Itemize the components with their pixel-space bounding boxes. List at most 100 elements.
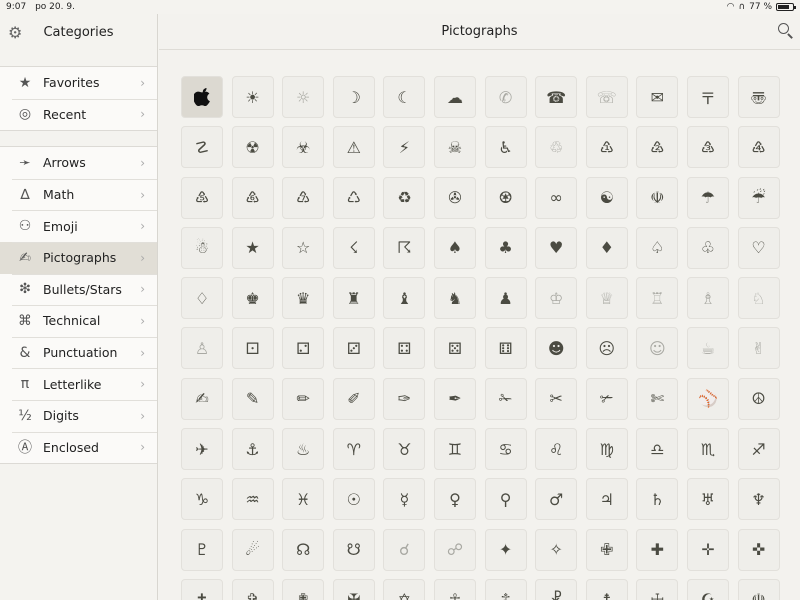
glyph-cell[interactable]: ☪	[686, 578, 729, 600]
glyph-cell[interactable]: ✚	[636, 528, 679, 571]
glyph-cell[interactable]: ✦	[484, 528, 527, 571]
glyph-cell[interactable]: ✝	[181, 578, 223, 600]
sidebar-item-bullets-stars[interactable]: ❇ Bullets/Stars ›	[0, 273, 157, 306]
glyph-cell[interactable]: ♜	[332, 277, 375, 320]
glyph-cell[interactable]: ☩	[636, 578, 679, 600]
glyph-cell[interactable]: ☃	[181, 226, 223, 269]
glyph-cell[interactable]: ☆	[282, 226, 325, 269]
glyph-cell[interactable]: ∞	[535, 176, 578, 219]
glyph-cell[interactable]: ☈	[383, 226, 426, 269]
glyph-cell[interactable]: ✂	[535, 377, 578, 420]
glyph-cell[interactable]: ♒	[231, 478, 274, 521]
glyph-cell[interactable]: ♏	[686, 428, 729, 471]
glyph-cell[interactable]: ✍	[181, 377, 223, 420]
glyph-cell[interactable]: ✁	[484, 377, 527, 420]
glyph-cell[interactable]: ⚠	[332, 126, 375, 169]
glyph-cell[interactable]: ♙	[181, 327, 223, 370]
glyph-cell[interactable]: ♔	[535, 277, 578, 320]
glyph-cell[interactable]: ✏	[282, 377, 325, 420]
glyph-cell[interactable]: ♃	[585, 478, 628, 521]
glyph-cell[interactable]: ☥	[433, 578, 476, 600]
sidebar-item-technical[interactable]: ⌘ Technical ›	[0, 305, 157, 337]
glyph-cell[interactable]: ♤	[636, 226, 679, 269]
glyph-cell[interactable]: ♖	[636, 277, 679, 320]
glyph-cell[interactable]: ☎	[535, 76, 578, 118]
glyph-cell[interactable]: ♿	[484, 126, 527, 169]
glyph-cell[interactable]: ♴	[636, 126, 679, 169]
glyph-cell[interactable]: ✄	[636, 377, 679, 420]
glyph-cell[interactable]: ♵	[686, 126, 729, 169]
glyph-cell[interactable]: ☇	[332, 226, 375, 269]
glyph-cell[interactable]: ✆	[484, 76, 527, 118]
sidebar-item-letterlike[interactable]: π Letterlike ›	[0, 368, 157, 400]
glyph-cell[interactable]: ☼	[282, 76, 325, 118]
glyph-cell[interactable]: ✜	[737, 528, 780, 571]
sidebar-item-enclosed[interactable]: Ⓐ Enclosed ›	[0, 431, 157, 464]
glyph-cell[interactable]: ☿	[383, 478, 426, 521]
sidebar-item-math[interactable]: ∆ Math ›	[0, 178, 157, 211]
glyph-cell[interactable]: ♣	[484, 226, 527, 269]
glyph-cell[interactable]: ☮	[737, 377, 780, 420]
glyph-cell[interactable]: ♸	[231, 176, 274, 219]
sidebar-item-arrows[interactable]: ➛ Arrows ›	[0, 147, 157, 179]
gear-icon[interactable]: ⚙	[8, 23, 28, 42]
sidebar-item-emoji[interactable]: ⚇ Emoji ›	[0, 210, 157, 242]
glyph-cell[interactable]: ☹	[585, 327, 628, 370]
glyph-cell[interactable]: ☄	[231, 528, 274, 571]
glyph-cell[interactable]: ♌	[535, 428, 578, 471]
glyph-cell[interactable]: ✌	[737, 327, 780, 370]
glyph-cell[interactable]: ♥	[535, 226, 578, 269]
glyph-cell[interactable]: ♎	[636, 428, 679, 471]
glyph-cell[interactable]: ⚄	[433, 327, 476, 370]
sidebar-item-favorites[interactable]: ★ Favorites ›	[0, 67, 157, 99]
glyph-cell[interactable]: ✞	[231, 578, 274, 600]
glyph-cell[interactable]: ☔	[737, 176, 780, 219]
glyph-cell[interactable]: ✒	[433, 377, 476, 420]
glyph-cell[interactable]: ♨	[282, 428, 325, 471]
glyph-cell[interactable]: ♠	[433, 226, 476, 269]
glyph-cell[interactable]: ✠	[332, 578, 375, 600]
glyph-cell[interactable]: ♹	[282, 176, 325, 219]
glyph-cell[interactable]: ♗	[686, 277, 729, 320]
sidebar-item-pictographs[interactable]: ✍ Pictographs ›	[0, 241, 157, 274]
glyph-cell[interactable]: ☌	[383, 528, 426, 571]
glyph-cell[interactable]: ⚡	[383, 126, 426, 169]
glyph-cell[interactable]: ★	[231, 226, 274, 269]
glyph-cell[interactable]: ✑	[383, 377, 426, 420]
glyph-cell[interactable]: ♑	[181, 478, 223, 521]
glyph-cell[interactable]: ♅	[686, 478, 729, 521]
glyph-cell[interactable]: ⚓	[231, 428, 274, 471]
glyph-cell[interactable]: ☠	[433, 126, 476, 169]
glyph-cell[interactable]: ♆	[737, 478, 780, 521]
glyph-cell[interactable]: ♄	[636, 478, 679, 521]
glyph-cell[interactable]: ✙	[585, 528, 628, 571]
glyph-cell[interactable]: ☉	[332, 478, 375, 521]
glyph-cell[interactable]: ♻	[383, 176, 426, 219]
glyph-cell[interactable]: ♋	[484, 428, 527, 471]
sidebar-item-punctuation[interactable]: & Punctuation ›	[0, 336, 157, 369]
sidebar-item-recent[interactable]: ◎ Recent ›	[0, 98, 157, 131]
glyph-cell[interactable]: ☽	[332, 76, 375, 118]
glyph-cell[interactable]: ⚅	[484, 327, 527, 370]
glyph-cell[interactable]: ♳	[585, 126, 628, 169]
glyph-cell[interactable]: ☡	[181, 126, 223, 169]
glyph-cell[interactable]: ♢	[181, 277, 223, 320]
glyph-cell[interactable]: 〒	[686, 76, 729, 118]
glyph-cell[interactable]: ☦	[484, 578, 527, 600]
glyph-cell[interactable]: ☁	[433, 76, 476, 118]
glyph-cell[interactable]: ✎	[231, 377, 274, 420]
glyph-cell[interactable]: ☂	[686, 176, 729, 219]
glyph-cell[interactable]: ♇	[181, 528, 223, 571]
glyph-cell[interactable]: ♲	[535, 126, 578, 169]
glyph-cell[interactable]: ⚁	[282, 327, 325, 370]
glyph-cell[interactable]: ⚀	[231, 327, 274, 370]
glyph-cell[interactable]: ✧	[535, 528, 578, 571]
glyph-cell[interactable]: ♦	[585, 226, 628, 269]
glyph-cell[interactable]: ☨	[585, 578, 628, 600]
glyph-cell[interactable]: ☢	[231, 126, 274, 169]
sidebar-item-digits[interactable]: ½ Digits ›	[0, 399, 157, 432]
glyph-cell[interactable]: ♷	[181, 176, 223, 219]
glyph-cell[interactable]: ♊	[433, 428, 476, 471]
glyph-cell[interactable]: ♀	[433, 478, 476, 521]
glyph-cell[interactable]: ♧	[686, 226, 729, 269]
